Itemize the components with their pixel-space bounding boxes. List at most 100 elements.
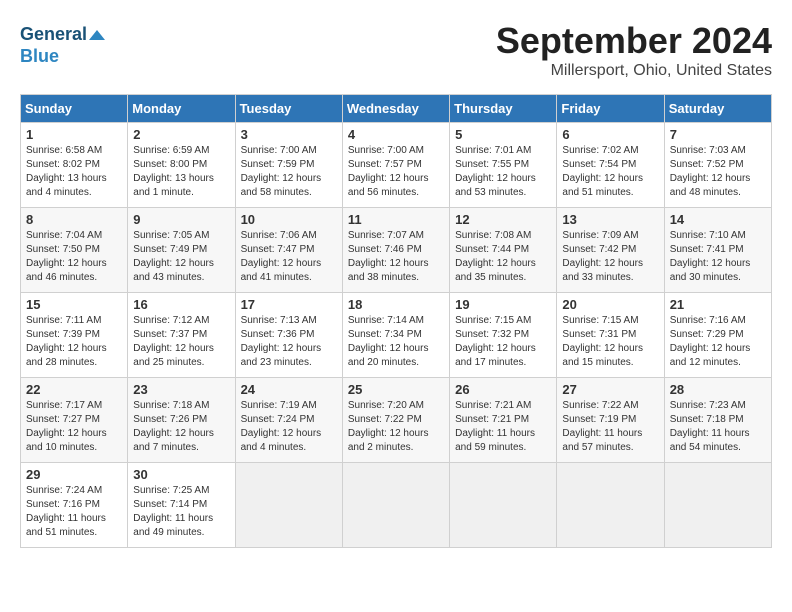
day-info: Sunrise: 7:07 AMSunset: 7:46 PMDaylight:… [348, 230, 429, 283]
day-info: Sunrise: 7:15 AMSunset: 7:32 PMDaylight:… [455, 315, 536, 368]
header-monday: Monday [128, 95, 235, 123]
table-row: 20 Sunrise: 7:15 AMSunset: 7:31 PMDayligh… [557, 293, 664, 378]
day-info: Sunrise: 7:05 AMSunset: 7:49 PMDaylight:… [133, 230, 214, 283]
day-info: Sunrise: 7:03 AMSunset: 7:52 PMDaylight:… [670, 145, 751, 198]
day-number: 15 [26, 297, 122, 312]
table-row: 28Sunrise: 7:23 AMSunset: 7:18 PMDayligh… [664, 378, 771, 463]
table-row [450, 463, 557, 548]
table-row: 1 Sunrise: 6:58 AMSunset: 8:02 PMDaylight… [21, 123, 128, 208]
header-thursday: Thursday [450, 95, 557, 123]
calendar-table: Sunday Monday Tuesday Wednesday Thursday… [20, 94, 772, 548]
table-row [664, 463, 771, 548]
table-row: 3Sunrise: 7:00 AMSunset: 7:59 PMDaylight… [235, 123, 342, 208]
table-row: 21 Sunrise: 7:16 AMSunset: 7:29 PMDayligh… [664, 293, 771, 378]
day-number: 17 [241, 297, 337, 312]
table-row: 18 Sunrise: 7:14 AMSunset: 7:34 PMDayligh… [342, 293, 449, 378]
day-number: 13 [562, 212, 658, 227]
header-friday: Friday [557, 95, 664, 123]
table-row [557, 463, 664, 548]
day-info: Sunrise: 7:18 AMSunset: 7:26 PMDaylight:… [133, 400, 214, 453]
day-info: Sunrise: 7:17 AMSunset: 7:27 PMDaylight:… [26, 400, 107, 453]
day-info: Sunrise: 7:10 AMSunset: 7:41 PMDaylight:… [670, 230, 751, 283]
header-sunday: Sunday [21, 95, 128, 123]
day-info: Sunrise: 7:04 AMSunset: 7:50 PMDaylight:… [26, 230, 107, 283]
day-info: Sunrise: 7:23 AMSunset: 7:18 PMDaylight:… [670, 400, 750, 453]
table-row: 8 Sunrise: 7:04 AMSunset: 7:50 PMDaylight… [21, 208, 128, 293]
header-saturday: Saturday [664, 95, 771, 123]
day-info: Sunrise: 7:19 AMSunset: 7:24 PMDaylight:… [241, 400, 322, 453]
day-number: 9 [133, 212, 229, 227]
calendar-header: September 2024 Millersport, Ohio, United… [20, 20, 772, 80]
table-row: 24 Sunrise: 7:19 AMSunset: 7:24 PMDayligh… [235, 378, 342, 463]
day-number: 22 [26, 382, 122, 397]
day-number: 10 [241, 212, 337, 227]
table-row: 15 Sunrise: 7:11 AMSunset: 7:39 PMDayligh… [21, 293, 128, 378]
day-info: Sunrise: 7:24 AMSunset: 7:16 PMDaylight:… [26, 485, 106, 538]
day-number: 16 [133, 297, 229, 312]
table-row: 25 Sunrise: 7:20 AMSunset: 7:22 PMDayligh… [342, 378, 449, 463]
day-info: Sunrise: 6:58 AMSunset: 8:02 PMDaylight:… [26, 145, 107, 198]
day-number: 26 [455, 382, 551, 397]
logo: General Blue [20, 24, 105, 67]
day-number: 30 [133, 467, 229, 482]
day-number: 6 [562, 127, 658, 142]
day-info: Sunrise: 7:20 AMSunset: 7:22 PMDaylight:… [348, 400, 429, 453]
day-info: Sunrise: 7:12 AMSunset: 7:37 PMDaylight:… [133, 315, 214, 368]
table-row: 22 Sunrise: 7:17 AMSunset: 7:27 PMDayligh… [21, 378, 128, 463]
table-row: 19Sunrise: 7:15 AMSunset: 7:32 PMDayligh… [450, 293, 557, 378]
header-tuesday: Tuesday [235, 95, 342, 123]
day-number: 11 [348, 212, 444, 227]
day-info: Sunrise: 7:14 AMSunset: 7:34 PMDaylight:… [348, 315, 429, 368]
day-info: Sunrise: 7:15 AMSunset: 7:31 PMDaylight:… [562, 315, 643, 368]
day-number: 1 [26, 127, 122, 142]
day-info: Sunrise: 7:21 AMSunset: 7:21 PMDaylight:… [455, 400, 535, 453]
day-number: 5 [455, 127, 551, 142]
calendar-week-5: 29Sunrise: 7:24 AMSunset: 7:16 PMDayligh… [21, 463, 772, 548]
day-info: Sunrise: 7:06 AMSunset: 7:47 PMDaylight:… [241, 230, 322, 283]
day-info: Sunrise: 7:16 AMSunset: 7:29 PMDaylight:… [670, 315, 751, 368]
weekday-header-row: Sunday Monday Tuesday Wednesday Thursday… [21, 95, 772, 123]
table-row: 14Sunrise: 7:10 AMSunset: 7:41 PMDayligh… [664, 208, 771, 293]
table-row: 17 Sunrise: 7:13 AMSunset: 7:36 PMDayligh… [235, 293, 342, 378]
day-info: Sunrise: 7:08 AMSunset: 7:44 PMDaylight:… [455, 230, 536, 283]
day-info: Sunrise: 7:00 AMSunset: 7:59 PMDaylight:… [241, 145, 322, 198]
day-number: 20 [562, 297, 658, 312]
day-number: 12 [455, 212, 551, 227]
calendar-title: September 2024 [20, 20, 772, 62]
day-info: Sunrise: 7:09 AMSunset: 7:42 PMDaylight:… [562, 230, 643, 283]
table-row: 7 Sunrise: 7:03 AMSunset: 7:52 PMDaylight… [664, 123, 771, 208]
table-row: 13 Sunrise: 7:09 AMSunset: 7:42 PMDayligh… [557, 208, 664, 293]
day-info: Sunrise: 7:01 AMSunset: 7:55 PMDaylight:… [455, 145, 536, 198]
calendar-week-2: 8 Sunrise: 7:04 AMSunset: 7:50 PMDaylight… [21, 208, 772, 293]
day-number: 4 [348, 127, 444, 142]
table-row: 4 Sunrise: 7:00 AMSunset: 7:57 PMDaylight… [342, 123, 449, 208]
calendar-week-4: 22 Sunrise: 7:17 AMSunset: 7:27 PMDayligh… [21, 378, 772, 463]
day-number: 23 [133, 382, 229, 397]
day-number: 21 [670, 297, 766, 312]
day-number: 7 [670, 127, 766, 142]
day-info: Sunrise: 7:22 AMSunset: 7:19 PMDaylight:… [562, 400, 642, 453]
day-number: 25 [348, 382, 444, 397]
table-row: 9 Sunrise: 7:05 AMSunset: 7:49 PMDaylight… [128, 208, 235, 293]
day-number: 2 [133, 127, 229, 142]
table-row: 29Sunrise: 7:24 AMSunset: 7:16 PMDayligh… [21, 463, 128, 548]
table-row [342, 463, 449, 548]
table-row: 6 Sunrise: 7:02 AMSunset: 7:54 PMDaylight… [557, 123, 664, 208]
table-row: 12 Sunrise: 7:08 AMSunset: 7:44 PMDayligh… [450, 208, 557, 293]
table-row: 27Sunrise: 7:22 AMSunset: 7:19 PMDayligh… [557, 378, 664, 463]
table-row: 16 Sunrise: 7:12 AMSunset: 7:37 PMDayligh… [128, 293, 235, 378]
table-row: 23 Sunrise: 7:18 AMSunset: 7:26 PMDayligh… [128, 378, 235, 463]
day-info: Sunrise: 7:13 AMSunset: 7:36 PMDaylight:… [241, 315, 322, 368]
table-row: 26 Sunrise: 7:21 AMSunset: 7:21 PMDayligh… [450, 378, 557, 463]
day-number: 18 [348, 297, 444, 312]
day-number: 8 [26, 212, 122, 227]
day-info: Sunrise: 7:02 AMSunset: 7:54 PMDaylight:… [562, 145, 643, 198]
header-wednesday: Wednesday [342, 95, 449, 123]
day-info: Sunrise: 7:11 AMSunset: 7:39 PMDaylight:… [26, 315, 107, 368]
day-number: 24 [241, 382, 337, 397]
table-row [235, 463, 342, 548]
calendar-subtitle: Millersport, Ohio, United States [20, 62, 772, 80]
day-info: Sunrise: 6:59 AMSunset: 8:00 PMDaylight:… [133, 145, 214, 198]
day-info: Sunrise: 7:00 AMSunset: 7:57 PMDaylight:… [348, 145, 429, 198]
table-row: 30Sunrise: 7:25 AMSunset: 7:14 PMDayligh… [128, 463, 235, 548]
